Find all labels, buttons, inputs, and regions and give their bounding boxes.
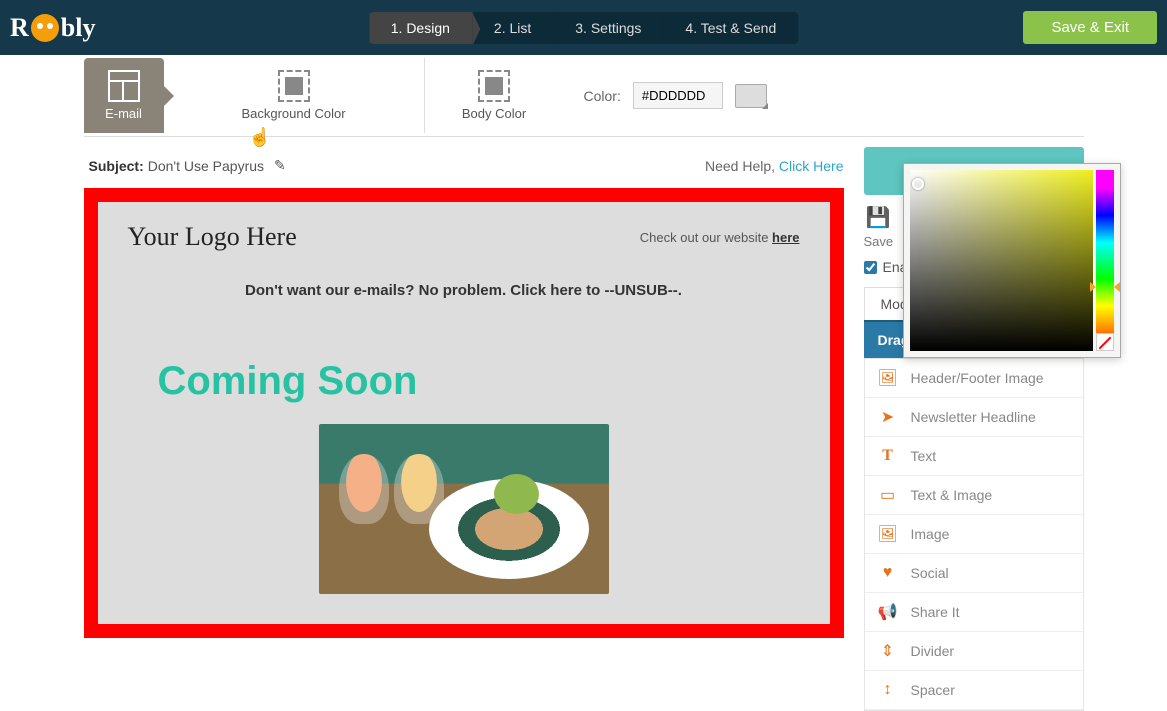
brand-logo[interactable]: R bly — [10, 13, 95, 43]
help-link[interactable]: Click Here — [779, 158, 844, 174]
enable-checkbox[interactable] — [864, 261, 877, 274]
module-label: Header/Footer Image — [911, 370, 1044, 386]
save-action[interactable]: 💾 Save — [864, 205, 894, 249]
saturation-lightness-area[interactable] — [910, 170, 1093, 351]
module-label: Text & Image — [911, 487, 993, 503]
hue-slider[interactable] — [1096, 170, 1114, 351]
layout-grid-icon — [108, 70, 140, 102]
module-label: Spacer — [911, 682, 955, 698]
website-text: Check out our website here — [640, 230, 800, 245]
color-label: Color: — [584, 88, 621, 104]
design-toolbar: E-mail Background Color Body Color Color… — [84, 55, 1084, 137]
picker-cursor-icon — [912, 178, 924, 190]
owl-icon — [31, 14, 59, 42]
edit-subject-icon[interactable]: ✎ — [274, 157, 286, 174]
module-item[interactable]: T Text — [865, 437, 1083, 476]
module-item[interactable]: 📢 Share It — [865, 593, 1083, 632]
body-color-icon — [478, 70, 510, 102]
module-item[interactable]: 🖼 Image — [865, 515, 1083, 554]
help-text: Need Help, Click Here — [705, 158, 844, 174]
color-swatch-button[interactable] — [735, 84, 767, 108]
background-color-tab[interactable]: Background Color — [164, 58, 424, 133]
email-canvas-frame: Your Logo Here Check out our website her… — [84, 188, 844, 638]
email-layout-tab[interactable]: E-mail — [84, 58, 164, 133]
modules-list: 🖼 Header/Footer Image ➤ Newsletter Headline… — [864, 358, 1084, 711]
module-item[interactable]: ➤ Newsletter Headline — [865, 398, 1083, 437]
step-test-send[interactable]: 4. Test & Send — [663, 12, 798, 44]
module-item[interactable]: ♥ Social — [865, 554, 1083, 593]
website-link[interactable]: here — [772, 230, 799, 245]
color-controls: Color: — [564, 82, 787, 109]
module-label: Newsletter Headline — [911, 409, 1036, 425]
color-hex-input[interactable] — [633, 82, 723, 109]
save-icon: 💾 — [864, 205, 894, 230]
unsubscribe-text[interactable]: Don't want our e-mails? No problem. Clic… — [128, 282, 800, 299]
module-label: Text — [911, 448, 937, 464]
module-icon: ↕ — [879, 681, 897, 699]
module-label: Divider — [911, 643, 955, 659]
module-item[interactable]: ↕ Spacer — [865, 671, 1083, 710]
module-label: Social — [911, 565, 949, 581]
module-label: Image — [911, 526, 950, 542]
no-color-button[interactable] — [1096, 333, 1114, 351]
color-picker-popover[interactable] — [903, 163, 1121, 358]
save-exit-button[interactable]: Save & Exit — [1023, 11, 1157, 44]
headline-text[interactable]: Coming Soon — [128, 359, 800, 404]
module-label: Share It — [911, 604, 960, 620]
module-icon: 📢 — [879, 603, 897, 621]
step-list[interactable]: 2. List — [472, 12, 553, 44]
module-icon: 🖼 — [879, 525, 897, 543]
module-icon: ▭ — [879, 486, 897, 504]
content-image[interactable] — [319, 424, 609, 594]
body-color-tab[interactable]: Body Color — [424, 58, 564, 133]
module-icon: T — [879, 447, 897, 465]
email-canvas[interactable]: Your Logo Here Check out our website her… — [98, 202, 830, 624]
module-item[interactable]: 🖼 Header/Footer Image — [865, 359, 1083, 398]
subject-label: Subject: — [89, 158, 144, 174]
top-bar: R bly 1. Design 2. List 3. Settings 4. T… — [0, 0, 1167, 55]
bg-color-icon — [278, 70, 310, 102]
module-icon: 🖼 — [879, 369, 897, 387]
module-icon: ♥ — [879, 564, 897, 582]
subject-row: Subject: Don't Use Papyrus ✎ Need Help, … — [84, 147, 844, 188]
module-item[interactable]: ⇕ Divider — [865, 632, 1083, 671]
subject-value: Don't Use Papyrus — [148, 158, 264, 174]
step-settings[interactable]: 3. Settings — [553, 12, 663, 44]
step-design[interactable]: 1. Design — [369, 12, 472, 44]
module-icon: ⇕ — [879, 642, 897, 660]
module-icon: ➤ — [879, 408, 897, 426]
module-item[interactable]: ▭ Text & Image — [865, 476, 1083, 515]
wizard-steps: 1. Design 2. List 3. Settings 4. Test & … — [369, 12, 798, 44]
logo-placeholder[interactable]: Your Logo Here — [128, 222, 297, 252]
